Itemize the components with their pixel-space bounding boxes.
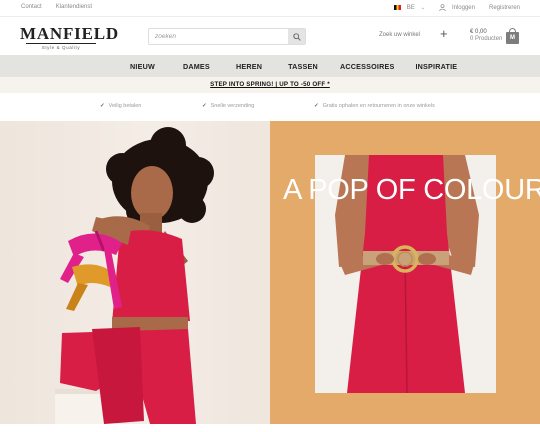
usp-label: Gratis ophalen en retourneren in onze wi… — [322, 103, 435, 109]
hero-headline: A POP OF COLOUR! — [283, 174, 540, 206]
usp-item-fast-shipping: ✓ Snelle verzending — [202, 103, 254, 109]
chevron-down-icon[interactable]: ⌄ — [421, 5, 425, 11]
utility-links: Contact Klantendienst — [21, 4, 92, 10]
login-link[interactable]: Inloggen — [452, 5, 475, 11]
logo-tagline: Style & Quality — [26, 43, 96, 50]
hero-photo-left — [0, 121, 270, 424]
promo-link[interactable]: STEP INTO SPRING! | UP TO -50 OFF * — [0, 81, 540, 88]
cart-count: 0 Producten — [470, 36, 503, 42]
model-with-shoes-image — [55, 127, 214, 424]
utility-right: BE ⌄ Inloggen Registreren — [393, 4, 520, 11]
store-finder-link[interactable]: Zoek uw winkel — [379, 32, 420, 38]
nav-item-tassen[interactable]: TASSEN — [288, 62, 318, 71]
shopping-bag-icon[interactable]: M — [506, 28, 519, 44]
header: MANFIELD Style & Quality zoeken Zoek uw … — [0, 17, 540, 55]
check-icon: ✓ — [202, 103, 207, 109]
nav-item-dames[interactable]: DAMES — [183, 62, 210, 71]
check-icon: ✓ — [100, 103, 105, 109]
plus-icon[interactable]: + — [440, 27, 448, 40]
logo[interactable]: MANFIELD Style & Quality — [20, 24, 119, 51]
hero-banner[interactable]: A POP OF COLOUR! — [0, 121, 540, 424]
main-navigation: NIEUW DAMES HEREN TASSEN ACCESSOIRES INS… — [0, 55, 540, 77]
utility-bar: Contact Klantendienst BE ⌄ Inloggen Regi… — [0, 0, 540, 17]
belgium-flag-icon — [393, 5, 401, 10]
logo-wordmark: MANFIELD — [20, 24, 119, 43]
check-icon: ✓ — [314, 103, 319, 109]
usp-bar: ✓ Veilig betalen ✓ Snelle verzending ✓ Grat… — [0, 93, 540, 121]
register-link[interactable]: Registreren — [489, 5, 520, 11]
hero-panel-right — [270, 121, 540, 424]
usp-label: Snelle verzending — [210, 103, 255, 109]
cart-summary[interactable]: € 0,00 0 Producten — [470, 29, 502, 43]
nav-item-accessoires[interactable]: ACCESSOIRES — [340, 62, 395, 71]
promo-banner: STEP INTO SPRING! | UP TO -50 OFF * — [0, 77, 540, 93]
search-button[interactable] — [288, 29, 305, 44]
usp-item-secure-payment: ✓ Veilig betalen — [100, 103, 141, 109]
nav-item-nieuw[interactable]: NIEUW — [130, 62, 155, 71]
contact-link[interactable]: Contact — [21, 4, 42, 10]
nav-item-heren[interactable]: HEREN — [236, 62, 262, 71]
user-icon[interactable] — [439, 4, 446, 11]
cart-total: € 0,00 — [470, 29, 487, 35]
nav-item-inspiratie[interactable]: INSPIRATIE — [415, 62, 457, 71]
country-selector[interactable]: BE — [407, 5, 415, 11]
page-bottom-edge — [0, 424, 540, 432]
search-input[interactable]: zoeken — [155, 33, 176, 40]
usp-item-free-returns: ✓ Gratis ophalen en retourneren in onze w… — [314, 103, 435, 109]
search-box: zoeken — [148, 28, 306, 45]
search-icon — [292, 32, 301, 41]
cart-badge: M — [506, 32, 519, 44]
usp-label: Veilig betalen — [108, 103, 142, 109]
customer-service-link[interactable]: Klantendienst — [56, 4, 92, 10]
